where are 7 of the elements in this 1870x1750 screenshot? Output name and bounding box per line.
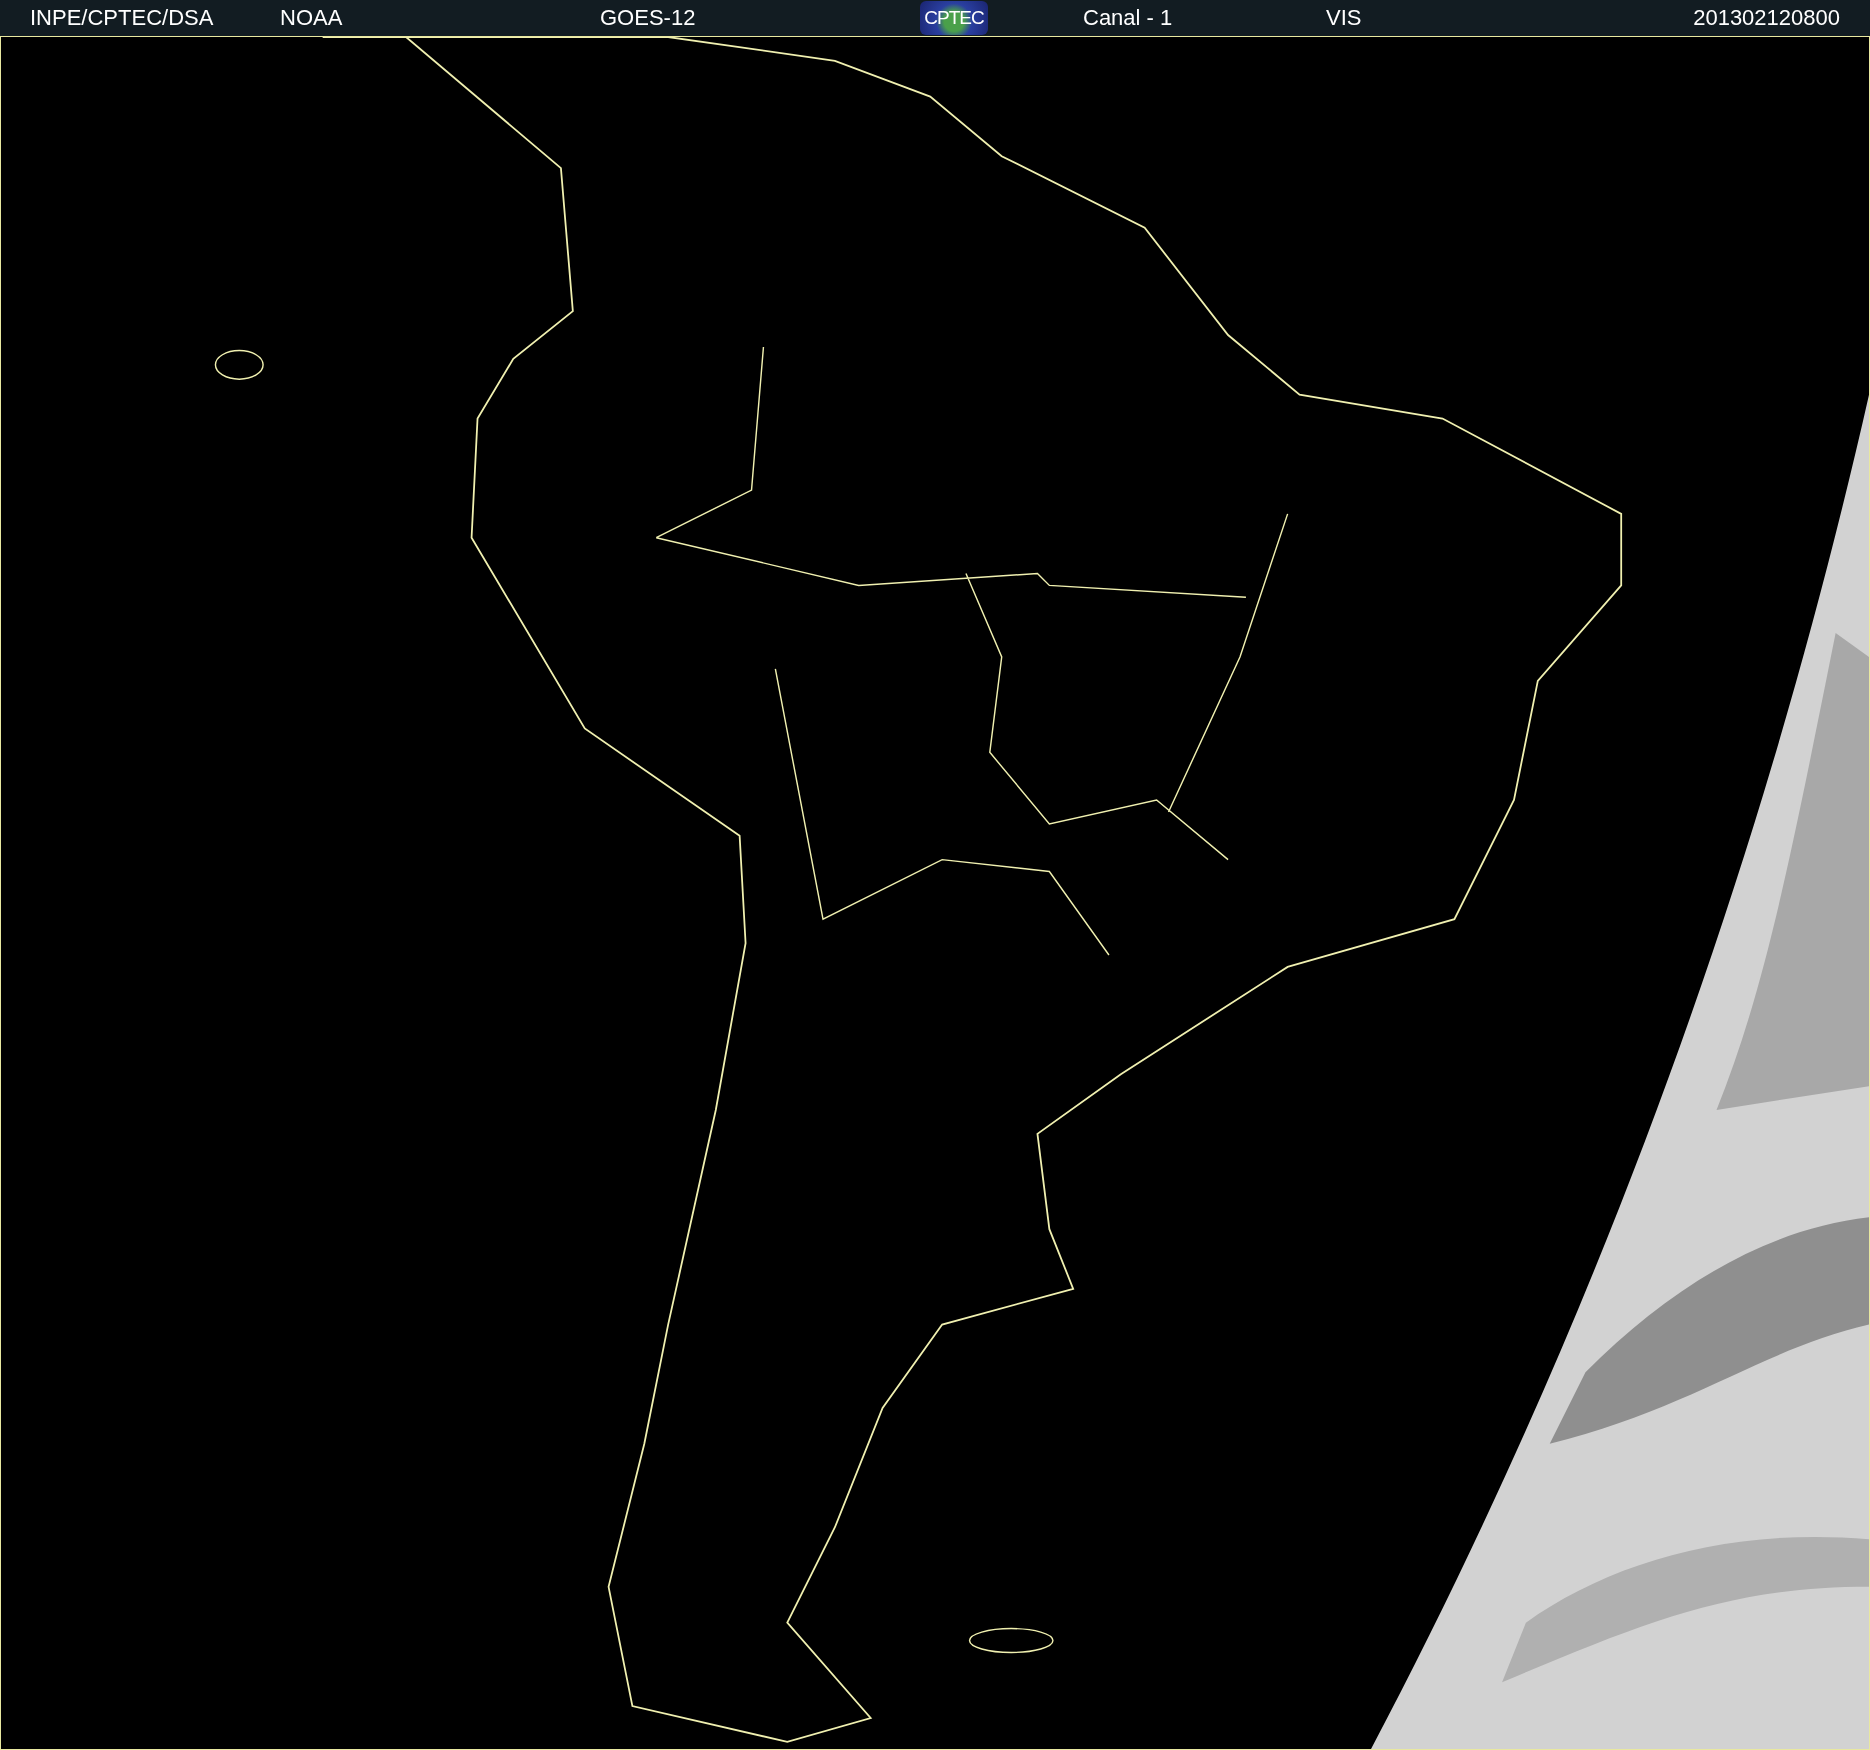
- source-label: INPE/CPTEC/DSA: [30, 5, 215, 31]
- logo: CPTEC: [920, 1, 988, 35]
- channel-label: Canal - 1: [1083, 5, 1174, 31]
- satellite-label: GOES-12: [600, 5, 697, 31]
- agency-label: NOAA: [280, 5, 344, 31]
- band-label: VIS: [1326, 5, 1363, 31]
- timestamp-label: 201302120800: [1693, 5, 1840, 31]
